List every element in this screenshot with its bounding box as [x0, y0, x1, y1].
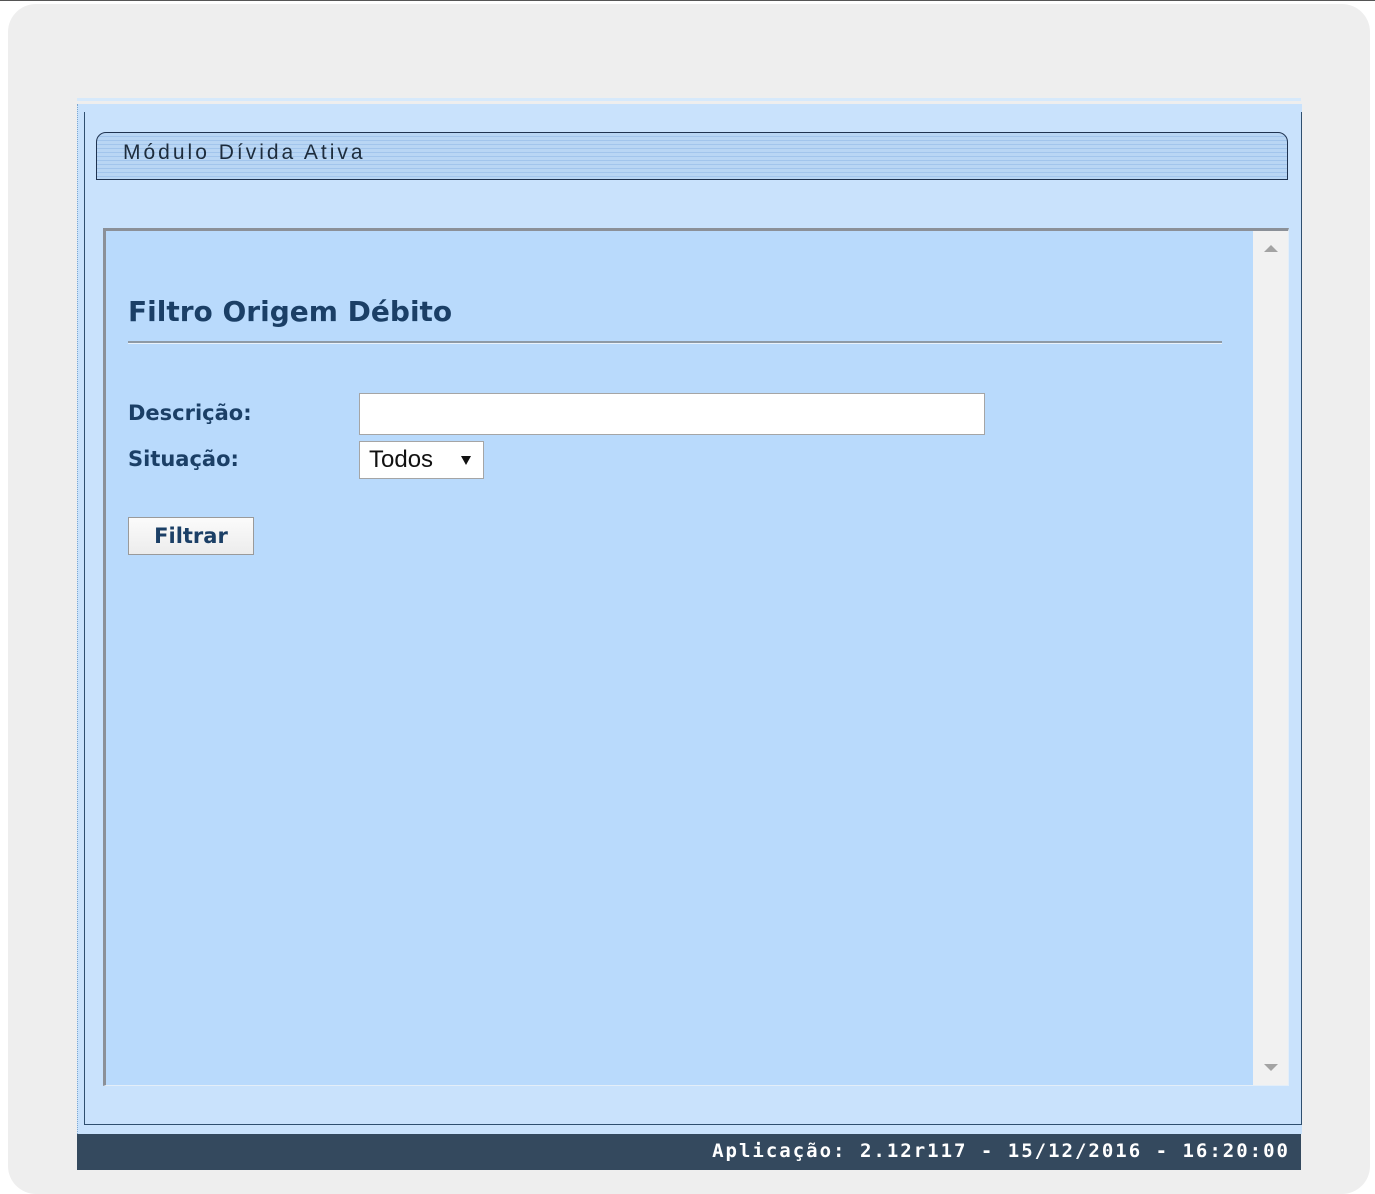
frame-top-line	[77, 98, 1301, 101]
dropdown-arrow-icon	[461, 456, 471, 465]
content-area: Filtro Origem Débito Descrição: Situação…	[103, 228, 1289, 1086]
module-header: Módulo Dívida Ativa	[96, 132, 1288, 180]
situacao-label: Situação:	[128, 447, 239, 471]
footer-bar: Aplicação: 2.12r117 - 15/12/2016 - 16:20…	[77, 1134, 1301, 1170]
situacao-select[interactable]: Todos	[359, 441, 484, 479]
descricao-input[interactable]	[359, 393, 985, 435]
scroll-down-arrow-icon[interactable]	[1264, 1064, 1278, 1071]
top-border-line	[0, 0, 1375, 1]
title-divider	[128, 341, 1222, 344]
scroll-up-arrow-icon[interactable]	[1264, 245, 1278, 252]
frame-body: Módulo Dívida Ativa Filtro Origem Débito…	[77, 104, 1302, 1134]
situacao-selected-value: Todos	[369, 446, 434, 473]
app-frame: Módulo Dívida Ativa Filtro Origem Débito…	[77, 98, 1302, 1170]
vertical-scrollbar[interactable]	[1253, 231, 1288, 1085]
page-title: Filtro Origem Débito	[128, 295, 453, 328]
app-version-info: Aplicação: 2.12r117 - 15/12/2016 - 16:20…	[712, 1140, 1290, 1162]
descricao-label: Descrição:	[128, 401, 252, 425]
filtrar-button[interactable]: Filtrar	[128, 517, 254, 555]
module-title: Módulo Dívida Ativa	[123, 141, 366, 164]
